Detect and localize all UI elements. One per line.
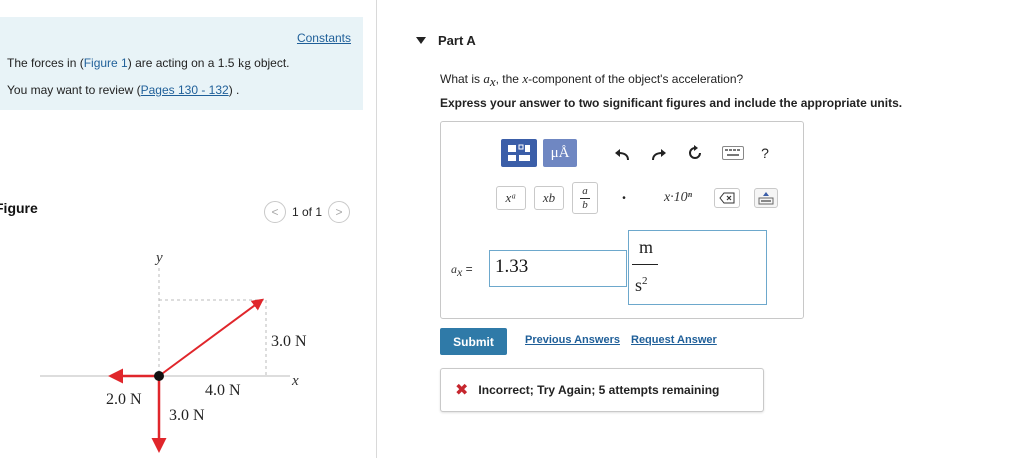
fraction-top: a <box>582 184 588 197</box>
subscript-button[interactable]: xb <box>534 186 564 210</box>
review-prefix: You may want to review ( <box>7 83 141 97</box>
mass-unit: kg <box>237 55 251 70</box>
answer-label-eq: = <box>462 262 473 276</box>
problem-info-box: Constants The forces in (Figure 1) are a… <box>0 17 363 110</box>
pages-link[interactable]: Pages 130 - 132 <box>141 83 229 97</box>
y-axis-label: y <box>154 250 163 266</box>
object-point <box>154 371 164 381</box>
redo-icon <box>652 149 666 161</box>
redo-button[interactable] <box>648 143 670 165</box>
question-prefix: What is <box>440 72 484 86</box>
constants-link[interactable]: Constants <box>297 31 351 45</box>
problem-text-1: The forces in ( <box>7 56 84 70</box>
backspace-icon <box>719 192 735 204</box>
force-arrow-up-right <box>158 298 264 377</box>
backspace-button[interactable] <box>714 188 740 208</box>
dot-button[interactable]: • <box>617 186 631 210</box>
question-text: What is ax, the x-component of the objec… <box>440 71 743 90</box>
toggle-keyboard-button[interactable] <box>754 188 778 208</box>
problem-text-2: ) are acting on a 1.5 <box>127 56 238 70</box>
unit-numerator: m <box>639 237 654 257</box>
request-answer-link[interactable]: Request Answer <box>631 334 717 346</box>
unit-denominator-wrap: s2 <box>635 275 648 296</box>
templates-icon <box>508 144 530 161</box>
reset-icon <box>689 145 701 159</box>
chevron-left-icon: < <box>271 205 279 219</box>
reset-button[interactable] <box>684 142 706 164</box>
review-line: You may want to review (Pages 130 - 132)… <box>7 83 239 97</box>
next-figure-button[interactable]: > <box>328 201 351 223</box>
force-label-left: 2.0 N <box>106 391 142 408</box>
help-button[interactable]: ? <box>757 142 773 164</box>
unit-power: 2 <box>642 275 648 287</box>
figure-link[interactable]: Figure 1 <box>84 56 128 70</box>
force-label-right: 4.0 N <box>205 382 241 399</box>
fraction-bottom: b <box>582 198 588 211</box>
superscript-button[interactable]: xᵃ <box>496 186 526 210</box>
keyboard-toggle-icon <box>758 192 774 205</box>
force-label-up-right: 3.0 N <box>271 333 307 350</box>
question-mid: , the <box>495 72 523 86</box>
templates-button[interactable] <box>501 139 537 167</box>
keyboard-icon <box>725 149 740 156</box>
feedback-text: Incorrect; Try Again; 5 attempts remaini… <box>478 383 720 397</box>
panel-divider <box>376 0 377 458</box>
answer-instructions: Express your answer to two significant f… <box>440 96 903 110</box>
force-diagram: y x 3.0 N 2.0 N 4.0 N 3.0 N <box>40 250 307 453</box>
part-title: Part A <box>438 33 476 48</box>
figure-pager: < 1 of 1 > <box>264 201 351 223</box>
collapse-triangle-icon <box>416 37 426 44</box>
prev-figure-button[interactable]: < <box>264 201 286 223</box>
review-suffix: ) . <box>228 83 240 97</box>
feedback-message: ✖ Incorrect; Try Again; 5 attempts remai… <box>440 368 764 412</box>
scientific-notation-button[interactable]: x·10ⁿ <box>644 186 712 210</box>
problem-statement: The forces in (Figure 1) are acting on a… <box>7 55 290 71</box>
value-input[interactable]: 1.33 <box>489 250 627 287</box>
undo-button[interactable] <box>611 143 633 165</box>
error-x-icon: ✖ <box>455 382 469 399</box>
fraction-button[interactable]: a b <box>572 182 598 214</box>
unit-denominator: s <box>635 275 643 295</box>
x-axis-label: x <box>291 373 299 389</box>
question-suffix: -component of the object's acceleration? <box>528 72 744 86</box>
submit-button[interactable]: Submit <box>440 328 507 355</box>
figure-heading: Figure <box>0 200 38 216</box>
part-a-header[interactable]: Part A <box>416 33 476 48</box>
unit-input[interactable]: m s2 <box>628 230 767 305</box>
undo-icon <box>615 149 629 161</box>
figure-page-indicator: 1 of 1 <box>292 205 323 219</box>
units-button[interactable]: μÅ <box>543 139 577 167</box>
keyboard-shortcuts-button[interactable] <box>722 146 744 160</box>
force-label-down: 3.0 N <box>169 407 205 424</box>
unit-fraction-bar <box>632 264 658 265</box>
previous-answers-link[interactable]: Previous Answers <box>525 334 620 346</box>
chevron-right-icon: > <box>335 205 343 219</box>
answer-label: ax = <box>451 262 473 280</box>
problem-text-3: object. <box>250 56 290 70</box>
